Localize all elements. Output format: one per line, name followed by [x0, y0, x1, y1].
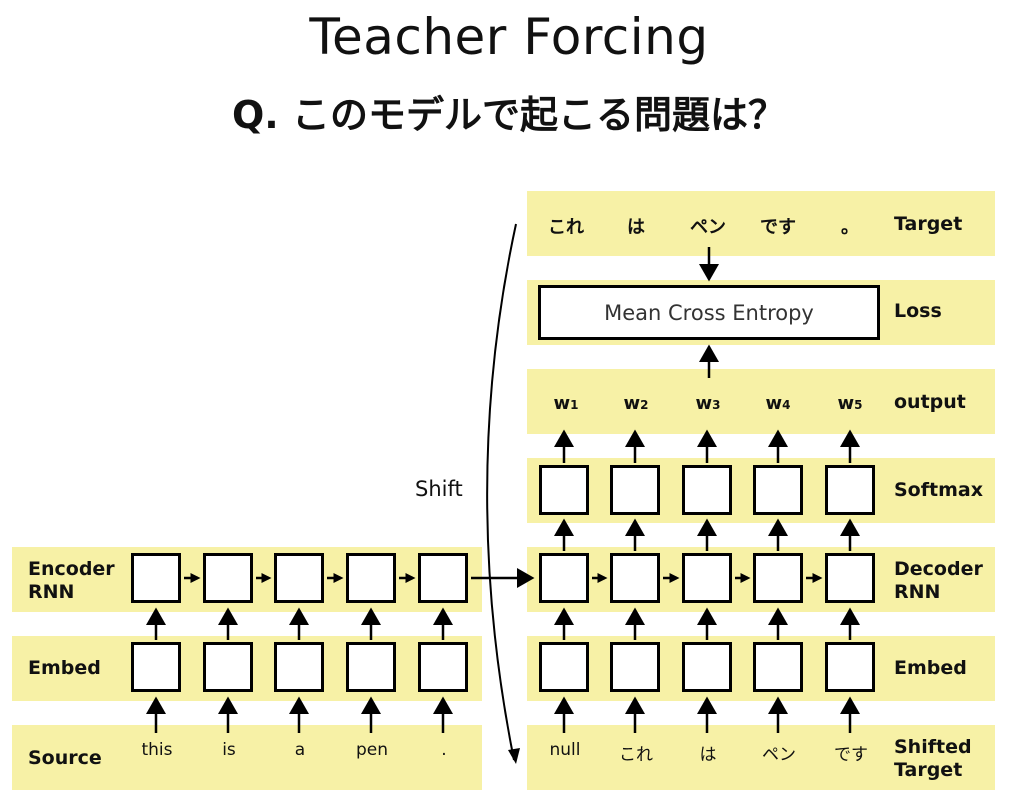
diagram-arrows [146, 223, 860, 764]
shift-curve-arrowhead [508, 748, 520, 764]
shift-curve-arrow [486, 223, 517, 761]
